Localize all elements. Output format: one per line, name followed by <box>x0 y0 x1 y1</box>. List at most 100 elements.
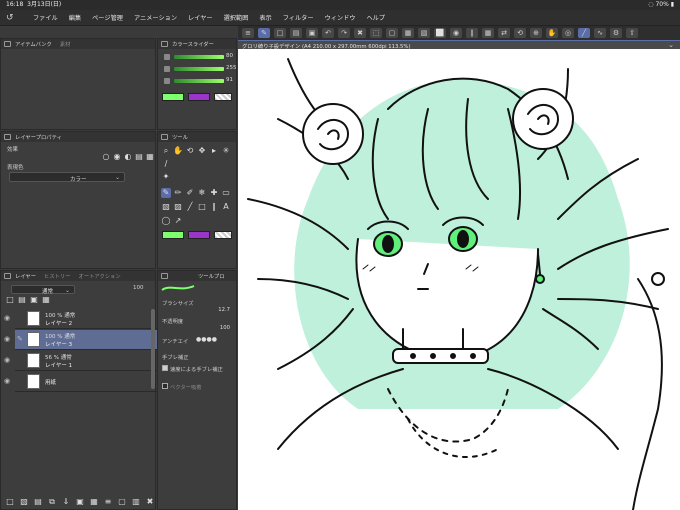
curve-icon[interactable]: ∿ <box>594 28 606 38</box>
grid-icon[interactable]: ▦ <box>482 28 494 38</box>
transparent-swatch[interactable] <box>214 93 232 101</box>
sub-color-swatch[interactable] <box>188 93 210 101</box>
vector-snap-checkbox[interactable] <box>162 383 168 389</box>
text-tool-icon[interactable]: A <box>221 202 231 212</box>
fill-tool-icon[interactable]: ▧ <box>161 202 171 212</box>
eye-icon[interactable]: ◉ <box>4 335 12 343</box>
blue-slider[interactable]: 91 <box>162 77 233 85</box>
frame-tool-icon[interactable]: □ <box>197 202 207 212</box>
open-icon[interactable]: ▤ <box>290 28 302 38</box>
effect-icon-4[interactable]: ▤ <box>134 152 144 162</box>
snap-icon[interactable]: ◎ <box>562 28 574 38</box>
eraser-tool-icon[interactable]: ▭ <box>221 188 231 198</box>
menu-file[interactable]: ファイル <box>33 13 58 22</box>
zoom-tool-icon[interactable]: ⌕ <box>161 146 171 156</box>
slider-track[interactable] <box>174 55 224 59</box>
duplicate-layer-icon[interactable]: ⧉ <box>47 497 57 507</box>
main-color-swatch-tool[interactable] <box>162 231 184 239</box>
deselect-icon[interactable]: ▦ <box>402 28 414 38</box>
clear-icon[interactable]: ✖ <box>354 28 366 38</box>
layer-opacity-value[interactable]: 100 <box>133 285 144 291</box>
eye-icon[interactable]: ◉ <box>4 377 12 385</box>
brush-size-value[interactable]: 12.7 <box>218 307 230 313</box>
add-mask-icon[interactable]: ▦ <box>89 497 99 507</box>
layer-row[interactable]: ◉ 100 % 通常 レイヤー 2 <box>4 309 157 329</box>
layer-menu-icon[interactable]: ≡ <box>103 497 113 507</box>
export-icon[interactable]: ⇧ <box>626 28 638 38</box>
zoom-icon[interactable]: ⊕ <box>530 28 542 38</box>
transform-icon[interactable]: ⬚ <box>370 28 382 38</box>
menu-icon[interactable]: ≡ <box>242 28 254 38</box>
correct-line-tool-icon[interactable]: ↗ <box>173 216 183 226</box>
tab-history[interactable]: ヒストリー <box>44 272 71 280</box>
eye-icon[interactable]: ◉ <box>4 356 12 364</box>
canvas-tab[interactable]: グロリ綺り子設デザイン (A4 210.00 x 297.00mm 600dpi… <box>238 40 680 50</box>
hand-icon[interactable]: ✋ <box>546 28 558 38</box>
slider-track[interactable] <box>174 67 224 71</box>
menu-edit[interactable]: 編集 <box>69 13 81 22</box>
ruler-icon[interactable]: ∥ <box>466 28 478 38</box>
layer-scrollbar[interactable] <box>151 309 155 389</box>
layer-settings-icon[interactable]: ▢ <box>117 497 127 507</box>
chevron-down-icon[interactable]: ⌄ <box>668 41 674 49</box>
flip-icon[interactable]: ⇄ <box>498 28 510 38</box>
invert-icon[interactable]: ▧ <box>418 28 430 38</box>
save-icon[interactable]: ▣ <box>306 28 318 38</box>
sparkle-tool-icon[interactable]: ✳ <box>221 146 231 156</box>
undo-icon[interactable]: ↶ <box>322 28 334 38</box>
ruler-tool-icon[interactable]: ∥ <box>209 202 219 212</box>
magic-wand-tool-icon[interactable]: ✦ <box>161 172 171 182</box>
menu-help[interactable]: ヘルプ <box>367 13 386 22</box>
eye-icon[interactable]: ◉ <box>4 314 12 322</box>
merge-layer-icon[interactable]: ⇓ <box>61 497 71 507</box>
pen-mode-icon[interactable]: ✎ <box>258 28 270 38</box>
layer-row[interactable]: ◉ 56 % 通常 レイヤー 1 <box>4 351 157 371</box>
sub-color-swatch-tool[interactable] <box>188 231 210 239</box>
crop-icon[interactable]: ⬜ <box>434 28 446 38</box>
slider-value[interactable]: 91 <box>226 77 233 83</box>
main-color-swatch[interactable] <box>162 93 184 101</box>
vector-snap-row[interactable]: ベクター吸着 <box>162 381 238 391</box>
effect-icon-2[interactable]: ◉ <box>112 152 122 162</box>
menu-animation[interactable]: アニメーション <box>134 13 177 22</box>
redo-icon[interactable]: ↷ <box>338 28 350 38</box>
eyedropper-tool-icon[interactable]: ∕ <box>161 159 171 169</box>
layer-options-icon[interactable]: ▥ <box>131 497 141 507</box>
tab-auto-action[interactable]: オートアクション <box>79 272 121 280</box>
antialias-row[interactable]: アンチエイ ●●●● <box>162 335 238 345</box>
balloon-tool-icon[interactable]: ◯ <box>161 216 171 226</box>
rotate-icon[interactable]: ⟲ <box>514 28 526 38</box>
opacity-value[interactable]: 100 <box>220 325 230 331</box>
fill-icon[interactable]: ◉ <box>450 28 462 38</box>
menu-view[interactable]: 表示 <box>259 13 271 22</box>
transparent-swatch-tool[interactable] <box>214 231 232 239</box>
speed-stabilization-row[interactable]: 速度による手ブレ補正 <box>162 363 238 373</box>
layer-row-selected[interactable]: ◉ ✎ 100 % 通常 レイヤー 3 <box>4 330 157 350</box>
expression-color-dropdown[interactable]: カラー ⌄ <box>9 172 125 183</box>
speed-stabilization-checkbox[interactable] <box>162 365 168 371</box>
move-tool-icon[interactable]: ✥ <box>197 146 207 156</box>
brush-size-value-row[interactable]: 12.7 <box>162 305 238 315</box>
slider-value[interactable]: 80 <box>226 53 233 59</box>
layer-row-paper[interactable]: ◉ 用紙 <box>4 372 157 392</box>
stabilization-row[interactable]: 手ブレ補正 <box>162 351 238 361</box>
menu-window[interactable]: ウィンドウ <box>325 13 356 22</box>
airbrush-tool-icon[interactable]: ❄ <box>197 188 207 198</box>
figure-tool-icon[interactable]: ╱ <box>185 202 195 212</box>
brush-tool-icon[interactable]: ✐ <box>185 188 195 198</box>
effect-icon-3[interactable]: ◐ <box>123 152 133 162</box>
menu-filter[interactable]: フィルター <box>283 13 314 22</box>
app-menu-icon[interactable]: ↺ <box>6 12 22 24</box>
menu-layer[interactable]: レイヤー <box>188 13 213 22</box>
slider-value[interactable]: 255 <box>226 65 237 71</box>
mask-layer-icon[interactable]: ▣ <box>75 497 85 507</box>
red-slider[interactable]: 80 <box>162 53 233 61</box>
decoration-tool-icon[interactable]: ✚ <box>209 188 219 198</box>
layer-mask-icon[interactable]: ▦ <box>41 295 51 305</box>
layer-ref-icon[interactable]: ▣ <box>29 295 39 305</box>
slider-track[interactable] <box>174 79 224 83</box>
effect-icon-1[interactable]: ○ <box>101 152 111 162</box>
antialias-option-icon[interactable]: ●●●● <box>196 335 217 345</box>
rotate-tool-icon[interactable]: ⟲ <box>185 146 195 156</box>
new-raster-layer-icon[interactable]: □ <box>5 497 15 507</box>
